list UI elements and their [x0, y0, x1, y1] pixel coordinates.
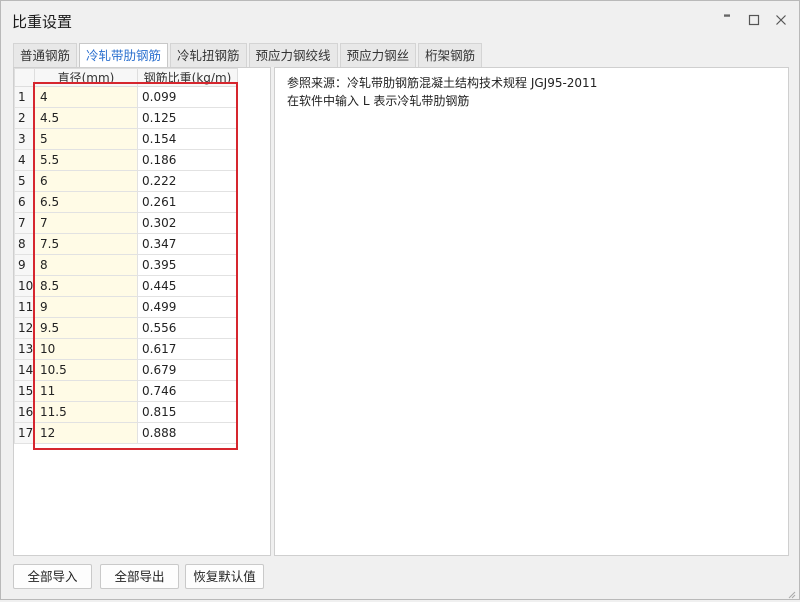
table-row[interactable]: 5 6 0.222	[14, 170, 238, 192]
tab-prestressed-strand[interactable]: 预应力钢绞线	[248, 43, 338, 67]
column-header-weight[interactable]: 钢筋比重(kg/m)	[137, 68, 238, 87]
diameter-cell[interactable]: 4.5	[34, 107, 138, 129]
row-number-cell: 5	[14, 170, 35, 192]
diameter-cell[interactable]: 7	[34, 212, 138, 234]
diameter-cell[interactable]: 4	[34, 86, 138, 108]
row-number-cell: 7	[14, 212, 35, 234]
import-all-button[interactable]: 全部导入	[13, 564, 92, 589]
weight-table: 直径(mm) 钢筋比重(kg/m) 1 4 0.099 2 4.5 0.125 3 5 0.15…	[14, 68, 238, 444]
table-row[interactable]: 3 5 0.154	[14, 128, 238, 150]
restore-default-button[interactable]: 恢复默认值	[185, 564, 264, 589]
reference-source-text: 参照来源：冷轧带肋钢筋混凝土结构技术规程 JGJ95-2011	[287, 76, 598, 90]
table-row[interactable]: 10 8.5 0.445	[14, 275, 238, 297]
row-number-cell: 17	[14, 422, 35, 444]
tab-cold-rolled-twisted[interactable]: 冷轧扭钢筋	[170, 43, 247, 67]
tab-ordinary-rebar[interactable]: 普通钢筋	[13, 43, 78, 67]
weight-cell[interactable]: 0.679	[137, 359, 238, 381]
settings-dialog: 比重设置 普通钢筋 冷轧带肋钢筋 冷轧扭钢筋 预应力钢绞线 预应力钢丝 桁架钢筋	[0, 0, 800, 600]
diameter-cell[interactable]: 10	[34, 338, 138, 360]
table-row[interactable]: 9 8 0.395	[14, 254, 238, 276]
maximize-icon[interactable]	[744, 10, 764, 30]
row-number-cell: 15	[14, 380, 35, 402]
diameter-cell[interactable]: 12	[34, 422, 138, 444]
table-row[interactable]: 7 7 0.302	[14, 212, 238, 234]
help-icon[interactable]	[717, 10, 737, 30]
row-number-cell: 11	[14, 296, 35, 318]
weight-cell[interactable]: 0.302	[137, 212, 238, 234]
close-icon[interactable]	[771, 10, 791, 30]
tab-cold-rolled-ribbed[interactable]: 冷轧带肋钢筋	[79, 43, 169, 68]
diameter-cell[interactable]: 9.5	[34, 317, 138, 339]
table-row[interactable]: 14 10.5 0.679	[14, 359, 238, 381]
export-all-button[interactable]: 全部导出	[100, 564, 179, 589]
diameter-cell[interactable]: 6.5	[34, 191, 138, 213]
row-number-cell: 6	[14, 191, 35, 213]
row-number-cell: 1	[14, 86, 35, 108]
row-number-cell: 12	[14, 317, 35, 339]
table-row[interactable]: 11 9 0.499	[14, 296, 238, 318]
table-row[interactable]: 16 11.5 0.815	[14, 401, 238, 423]
window-title: 比重设置	[12, 13, 73, 31]
diameter-cell[interactable]: 9	[34, 296, 138, 318]
diameter-cell[interactable]: 5.5	[34, 149, 138, 171]
diameter-cell[interactable]: 11.5	[34, 401, 138, 423]
table-row[interactable]: 13 10 0.617	[14, 338, 238, 360]
weight-cell[interactable]: 0.154	[137, 128, 238, 150]
table-row[interactable]: 8 7.5 0.347	[14, 233, 238, 255]
diameter-cell[interactable]: 7.5	[34, 233, 138, 255]
diameter-cell[interactable]: 8	[34, 254, 138, 276]
row-number-cell: 16	[14, 401, 35, 423]
weight-cell[interactable]: 0.099	[137, 86, 238, 108]
row-number-cell: 3	[14, 128, 35, 150]
weight-cell[interactable]: 0.888	[137, 422, 238, 444]
weight-cell[interactable]: 0.186	[137, 149, 238, 171]
table-header-row: 直径(mm) 钢筋比重(kg/m)	[14, 68, 238, 87]
column-header-diameter[interactable]: 直径(mm)	[34, 68, 138, 87]
row-number-cell: 8	[14, 233, 35, 255]
table-row[interactable]: 2 4.5 0.125	[14, 107, 238, 129]
row-number-cell: 14	[14, 359, 35, 381]
table-row[interactable]: 4 5.5 0.186	[14, 149, 238, 171]
weight-cell[interactable]: 0.395	[137, 254, 238, 276]
tab-prestressed-wire[interactable]: 预应力钢丝	[339, 43, 417, 67]
weight-cell[interactable]: 0.125	[137, 107, 238, 129]
table-row[interactable]: 6 6.5 0.261	[14, 191, 238, 213]
weight-cell[interactable]: 0.556	[137, 317, 238, 339]
weight-cell[interactable]: 0.445	[137, 275, 238, 297]
tab-truss-rebar[interactable]: 桁架钢筋	[418, 43, 483, 67]
row-number-cell: 13	[14, 338, 35, 360]
table-row[interactable]: 12 9.5 0.556	[14, 317, 238, 339]
diameter-cell[interactable]: 8.5	[34, 275, 138, 297]
weight-cell[interactable]: 0.347	[137, 233, 238, 255]
row-number-header	[14, 68, 35, 87]
table-row[interactable]: 1 4 0.099	[14, 86, 238, 108]
table-row[interactable]: 15 11 0.746	[14, 380, 238, 402]
weight-cell[interactable]: 0.261	[137, 191, 238, 213]
diameter-cell[interactable]: 11	[34, 380, 138, 402]
info-panel: 参照来源：冷轧带肋钢筋混凝土结构技术规程 JGJ95-2011 在软件中输入 L…	[274, 67, 789, 556]
weight-cell[interactable]: 0.499	[137, 296, 238, 318]
input-hint-text: 在软件中输入 L 表示冷轧带肋钢筋	[287, 94, 470, 108]
resize-grip-icon[interactable]	[788, 588, 796, 599]
weight-table-panel: 直径(mm) 钢筋比重(kg/m) 1 4 0.099 2 4.5 0.125 3 5 0.15…	[13, 67, 271, 556]
row-number-cell: 10	[14, 275, 35, 297]
row-number-cell: 9	[14, 254, 35, 276]
tab-bar: 普通钢筋 冷轧带肋钢筋 冷轧扭钢筋 预应力钢绞线 预应力钢丝 桁架钢筋	[13, 43, 484, 68]
weight-cell[interactable]: 0.746	[137, 380, 238, 402]
weight-cell[interactable]: 0.815	[137, 401, 238, 423]
diameter-cell[interactable]: 6	[34, 170, 138, 192]
diameter-cell[interactable]: 5	[34, 128, 138, 150]
row-number-cell: 4	[14, 149, 35, 171]
table-row[interactable]: 17 12 0.888	[14, 422, 238, 444]
title-bar: 比重设置	[1, 1, 799, 39]
row-number-cell: 2	[14, 107, 35, 129]
diameter-cell[interactable]: 10.5	[34, 359, 138, 381]
weight-cell[interactable]: 0.222	[137, 170, 238, 192]
weight-cell[interactable]: 0.617	[137, 338, 238, 360]
